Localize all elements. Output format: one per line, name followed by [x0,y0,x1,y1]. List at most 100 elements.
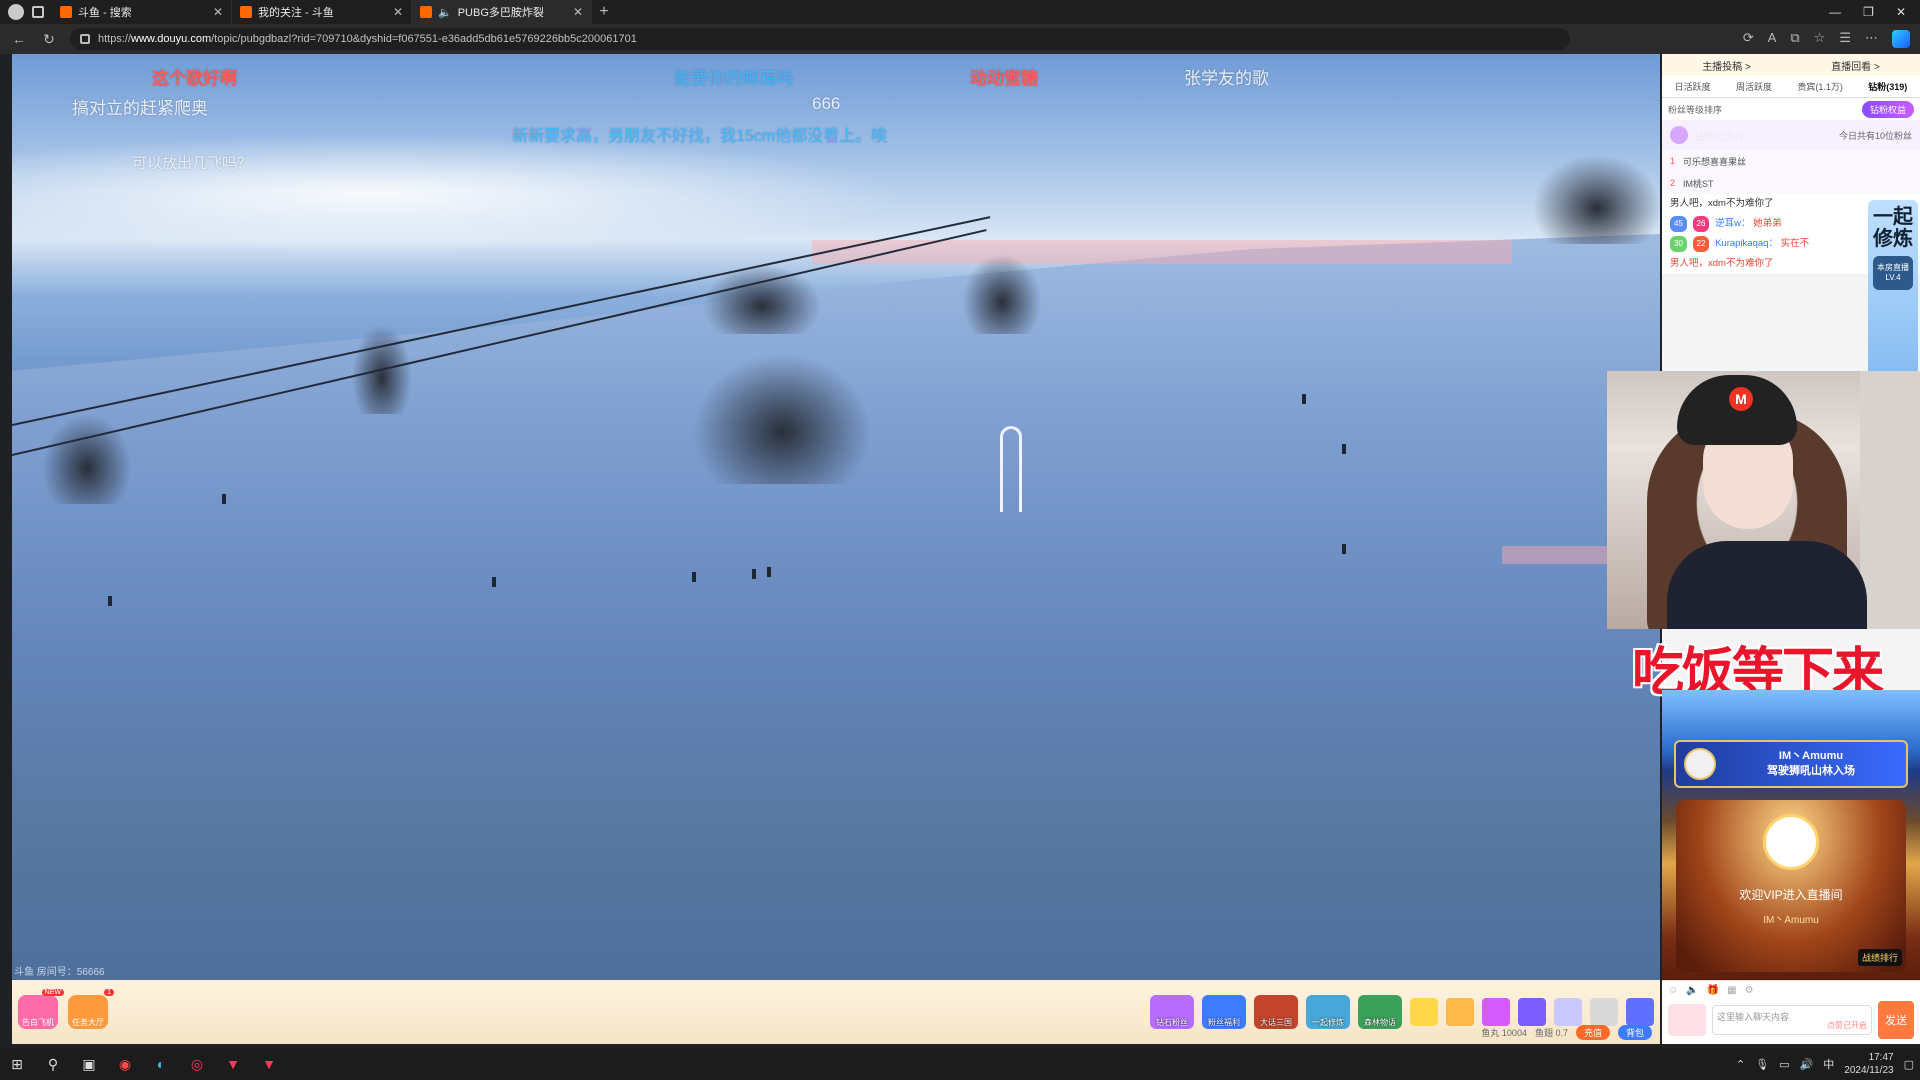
rank-name: 可乐想喜喜果丝 [1683,156,1747,167]
chevron-up-icon[interactable]: ⌃ [1736,1058,1745,1071]
speaker-icon[interactable]: 🔈 [438,6,452,19]
new-tab-button[interactable]: + [592,0,616,24]
tab-title: 斗鱼 - 搜索 [78,7,132,19]
app-icon[interactable]: ▼ [222,1053,244,1075]
lock-icon[interactable] [80,34,90,44]
close-tab-icon[interactable]: ✕ [573,5,583,19]
anniversary-row: 钻粉纪念日 今日共有10位粉丝 [1662,120,1920,150]
new-badge: NEW [41,989,64,996]
back-icon[interactable]: ← [10,31,28,47]
address-bar: ← ↻ https://www.douyu.com/topic/pubgdbaz… [0,24,1920,54]
fan-badge-avatar[interactable] [1668,1004,1706,1036]
settings-icon[interactable]: ⚙ [1745,985,1754,996]
tab-following[interactable]: 我的关注 - 斗鱼 ✕ [232,0,412,24]
gift-item[interactable] [1410,998,1438,1026]
video-player[interactable]: 这个歌好啊 搞对立的赶紧爬奥 能要你的邮箱吗 666 新新要求高，男朋友不好找，… [12,54,1660,980]
practice-activity-widget[interactable]: 一起修炼 本房直播 LV.4 [1868,200,1918,400]
minimize-icon[interactable]: — [1829,5,1841,19]
gift-forest[interactable]: 森林物语 [1358,995,1402,1029]
rank-name: IM桃ST [1683,178,1714,189]
close-window-icon[interactable]: ✕ [1896,5,1906,19]
streamer-post-link[interactable]: 主播投稿 > [1702,58,1751,73]
app-icon[interactable]: ▼ [258,1053,280,1075]
restore-icon[interactable]: ❐ [1863,5,1874,19]
tab-pubg[interactable]: 🔈 PUBG多巴胺炸裂 ✕ [412,0,592,24]
task-hall-button[interactable]: 任务大厅 1 [68,989,114,1029]
read-aloud-icon[interactable]: A [1768,30,1777,48]
url-prefix: https:// [98,33,132,45]
avatar [1684,748,1716,780]
chat-nick[interactable]: Kurapikaqaq： [1715,238,1778,249]
rank-number: 2 [1670,178,1676,188]
gift-item[interactable] [1554,998,1582,1026]
app-icon[interactable]: ▣ [78,1053,100,1075]
fans-sort-label[interactable]: 粉丝等级排序 [1668,103,1722,116]
gift-fan-welfare[interactable]: 粉丝福利 [1202,995,1246,1029]
vip-username: IM丶Amumu [1763,915,1819,926]
backpack-button[interactable]: 背包 [1617,1025,1652,1040]
tab-weekly-activity[interactable]: 周活跃度 [1736,80,1772,93]
clock[interactable]: 17:47 2024/11/23 [1844,1051,1893,1077]
favorite-icon[interactable]: ☆ [1814,30,1826,48]
extension-icon[interactable]: ⧉ [1790,30,1799,48]
volume-icon[interactable]: 🔊 [1800,1058,1814,1071]
close-tab-icon[interactable]: ✕ [213,5,223,19]
start-icon[interactable]: ⊞ [6,1053,28,1075]
collections-icon[interactable]: ☰ [1839,30,1851,48]
tab-actions-icon[interactable] [32,6,44,18]
gift-three-kingdoms[interactable]: 大话三国 [1254,995,1298,1029]
gift-item[interactable] [1446,998,1474,1026]
snow-arch [1000,426,1022,512]
recharge-button[interactable]: 充值 [1575,1025,1610,1040]
tab-bar: 斗鱼 - 搜索 ✕ 我的关注 - 斗鱼 ✕ 🔈 PUBG多巴胺炸裂 ✕ + — … [0,0,1920,24]
room-level: 本房直播 LV.4 [1873,256,1913,290]
tab-search[interactable]: 斗鱼 - 搜索 ✕ [52,0,232,24]
sync-icon[interactable]: ⟳ [1743,30,1754,48]
edge-icon[interactable]: ◐ [150,1053,172,1075]
search-icon[interactable]: ⚲ [42,1053,64,1075]
diamond-fans-button[interactable]: 钻粉权益 [1861,100,1914,118]
battle-rank-tag[interactable]: 战绩排行 [1857,949,1902,966]
network-icon[interactable]: ▭ [1779,1058,1789,1071]
tab-daily-activity[interactable]: 日活跃度 [1675,80,1711,93]
rank-row[interactable]: 1 可乐想喜喜果丝 [1662,150,1920,172]
refresh-icon[interactable]: ↻ [40,31,58,48]
gift-item[interactable] [1590,998,1618,1026]
gift-practice[interactable]: 一起修炼 [1306,995,1350,1029]
love-plane-button[interactable]: 告白飞机 NEW [18,989,64,1029]
app-icon[interactable]: ◉ [114,1053,136,1075]
skier [1342,544,1346,554]
send-button[interactable]: 发送 [1878,1001,1914,1039]
mic-icon[interactable]: 🎙 [1755,1058,1769,1071]
profile-icon[interactable] [8,4,24,20]
tree-cluster [962,254,1042,334]
gift-item[interactable] [1626,998,1654,1026]
entry-username: IM丶Amumu [1778,750,1844,762]
tab-diamond-fans[interactable]: 钻粉(319) [1868,80,1907,93]
url-host: www.douyu.com [131,33,212,45]
copilot-icon[interactable] [1892,30,1910,48]
gift-icon[interactable]: 🎁 [1707,985,1719,996]
ime-indicator[interactable]: 中 [1823,1056,1834,1072]
app-icon[interactable]: ◎ [186,1053,208,1075]
close-tab-icon[interactable]: ✕ [393,5,403,19]
gift-item[interactable] [1518,998,1546,1026]
danmu-comment: 666 [812,94,841,113]
gift-diamond-fans[interactable]: 钻石粉丝 [1150,995,1194,1029]
replay-link[interactable]: 直播回看 > [1831,58,1880,73]
speaker-icon[interactable]: 🔈 [1686,985,1698,996]
notification-icon[interactable]: ▢ [1904,1058,1914,1071]
gift-item[interactable] [1482,998,1510,1026]
more-icon[interactable]: ⋯ [1865,30,1878,48]
yuwan-balance: 鱼丸 10004 [1481,1028,1527,1038]
chat-input[interactable]: 这里输入聊天内容 点赞已开启 [1712,1005,1872,1035]
toolbar-icons: ⟳ A ⧉ ☆ ☰ ⋯ [1743,30,1910,48]
emoji-icon[interactable]: ☺ [1668,985,1678,996]
chat-nick[interactable]: 逆耳w： [1715,218,1750,229]
tab-vip[interactable]: 贵宾(1.1万) [1797,80,1843,93]
image-icon[interactable]: ▦ [1727,985,1736,996]
url-field[interactable]: https://www.douyu.com/topic/pubgdbazl?ri… [70,28,1570,50]
level-badge-icon: 30 [1670,236,1687,252]
rank-row[interactable]: 2 IM桃ST [1662,172,1920,194]
anniversary-count[interactable]: 今日共有10位粉丝 [1839,129,1912,142]
